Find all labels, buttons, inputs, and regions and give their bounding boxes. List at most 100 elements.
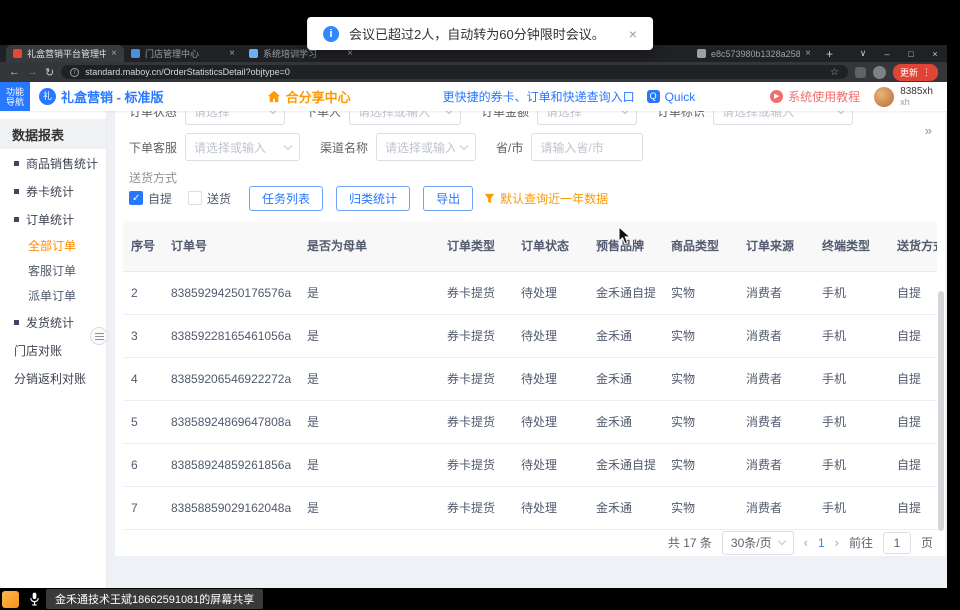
house-icon bbox=[267, 90, 281, 103]
filter-select[interactable]: 请选择或输入 bbox=[349, 111, 461, 125]
filter-select[interactable]: 请选择或输入 bbox=[376, 133, 476, 161]
filter-select[interactable]: 请选择或输入 bbox=[713, 111, 853, 125]
browser-window: 礼盒营销平台管理中心 × 门店管理中心 × 系统培训学习 × e8c573980… bbox=[0, 45, 947, 588]
current-page[interactable]: 1 bbox=[818, 536, 825, 550]
cell-brand: 金禾通 bbox=[588, 486, 663, 529]
toast-close-button[interactable]: × bbox=[629, 26, 637, 42]
group-stats-button[interactable]: 归类统计 bbox=[336, 186, 410, 211]
cell-source: 消费者 bbox=[738, 400, 814, 443]
sidebar-item[interactable]: 商品销售统计 bbox=[0, 149, 106, 177]
screen-share-bar: 金禾通技术王斌18662591081的屏幕共享 bbox=[0, 588, 960, 610]
cell-order_type: 券卡提货 bbox=[439, 486, 513, 529]
tutorial-link[interactable]: ▶ 系统使用教程 bbox=[770, 88, 860, 105]
table-row[interactable]: 283859294250176576a是券卡提货待处理金禾通自提实物消费者手机自… bbox=[123, 271, 937, 314]
tab-title: 礼盒营销平台管理中心 bbox=[27, 47, 106, 60]
filter-label: 下单人 bbox=[305, 111, 341, 120]
cell-seq: 7 bbox=[123, 486, 163, 529]
tab-close-icon[interactable]: × bbox=[111, 48, 117, 59]
close-button[interactable]: × bbox=[923, 49, 947, 59]
update-label: 更新 bbox=[900, 66, 918, 79]
column-header: 序号 bbox=[123, 221, 163, 271]
orders-panel: 订单状态 请选择 下单人 请选择或输入 订单金额 请选择 订单标识 请选择或输入… bbox=[115, 111, 945, 556]
delivery-checkbox[interactable]: 送货 bbox=[188, 190, 231, 207]
sidebar-collapse-handle[interactable] bbox=[90, 327, 108, 345]
browser-tab[interactable]: 礼盒营销平台管理中心 × bbox=[6, 45, 124, 62]
filter-placeholder: 请选择 bbox=[546, 111, 582, 120]
back-icon[interactable]: ← bbox=[9, 66, 20, 78]
export-button[interactable]: 导出 bbox=[423, 186, 473, 211]
filter-select[interactable]: 请选择或输入 bbox=[185, 133, 300, 161]
sidebar-item[interactable]: 订单统计 bbox=[0, 205, 106, 233]
share-center-link[interactable]: 合分享中心 bbox=[267, 87, 351, 106]
browser-toolbar: ← → ↻ i standard.maboy.cn/OrderStatistic… bbox=[0, 62, 947, 82]
menu-square-icon bbox=[14, 161, 19, 166]
address-bar[interactable]: i standard.maboy.cn/OrderStatisticsDetai… bbox=[61, 65, 848, 79]
site-info-icon[interactable]: i bbox=[70, 68, 79, 77]
filter-placeholder: 请选择或输入 bbox=[194, 139, 266, 156]
cell-seq: 4 bbox=[123, 357, 163, 400]
filter-select[interactable]: 请选择 bbox=[185, 111, 285, 125]
meeting-app-icon[interactable] bbox=[2, 591, 19, 608]
user-menu[interactable]: 8385xh xh bbox=[874, 87, 933, 107]
delivery-checkbox[interactable]: 自提 bbox=[129, 190, 172, 207]
sidebar-item[interactable]: 全部订单 bbox=[0, 233, 106, 258]
quick-link[interactable]: Q Quick bbox=[647, 90, 696, 104]
page-size-select[interactable]: 30条/页 bbox=[722, 531, 794, 555]
funnel-icon bbox=[484, 193, 495, 204]
collapse-filters-button[interactable]: » bbox=[925, 123, 932, 138]
extensions-icon[interactable] bbox=[855, 67, 866, 78]
cell-status: 待处理 bbox=[513, 443, 588, 486]
table-row[interactable]: 383859228165461056a是券卡提货待处理金禾通实物消费者手机自提 bbox=[123, 314, 937, 357]
tab-search-icon[interactable]: ∨ bbox=[851, 48, 875, 59]
browser-tab[interactable]: 门店管理中心 × bbox=[124, 45, 242, 62]
page-size-value: 30条/页 bbox=[731, 534, 772, 551]
tab-favicon-icon bbox=[13, 49, 22, 58]
tab-close-icon[interactable]: × bbox=[805, 48, 811, 59]
new-tab-button[interactable]: + bbox=[826, 47, 833, 61]
sidebar-item[interactable]: 派单订单 bbox=[0, 283, 106, 308]
bookmark-star-icon[interactable]: ☆ bbox=[830, 67, 839, 78]
profile-avatar-icon[interactable] bbox=[873, 66, 886, 79]
filter-label: 下单客服 bbox=[129, 139, 177, 156]
cell-order_type: 券卡提货 bbox=[439, 314, 513, 357]
tab-close-icon[interactable]: × bbox=[229, 48, 235, 59]
browser-tab[interactable]: e8c573980b1328a258fd2e6 × bbox=[690, 45, 818, 62]
sidebar-item[interactable]: 客服订单 bbox=[0, 258, 106, 283]
table-row[interactable]: 583858924869647808a是券卡提货待处理金禾通实物消费者手机自提 bbox=[123, 400, 937, 443]
cell-is_parent: 是 bbox=[299, 443, 439, 486]
table-row[interactable]: 483859206546922272a是券卡提货待处理金禾通实物消费者手机自提 bbox=[123, 357, 937, 400]
cell-is_parent: 是 bbox=[299, 314, 439, 357]
reload-icon[interactable]: ↻ bbox=[45, 66, 54, 79]
quick-entry-text[interactable]: 更快捷的券卡、订单和快递查询入口 bbox=[443, 88, 635, 105]
table-row[interactable]: 783858859029162048a是券卡提货待处理金禾通实物消费者手机自提 bbox=[123, 486, 937, 529]
microphone-icon[interactable] bbox=[29, 591, 40, 607]
prev-page-button[interactable]: ‹ bbox=[804, 535, 808, 550]
filter-select[interactable]: 请选择 bbox=[537, 111, 637, 125]
task-list-button[interactable]: 任务列表 bbox=[249, 186, 323, 211]
table-row[interactable]: 683858924859261856a是券卡提货待处理金禾通自提实物消费者手机自… bbox=[123, 443, 937, 486]
cell-delivery: 自提 bbox=[889, 314, 937, 357]
checkbox-icon bbox=[188, 191, 202, 205]
column-header: 订单号 bbox=[163, 221, 299, 271]
kebab-menu-icon: ⋮ bbox=[922, 67, 931, 78]
cell-is_parent: 是 bbox=[299, 357, 439, 400]
maximize-button[interactable]: □ bbox=[899, 49, 923, 59]
filter-row-1: 订单状态 请选择 下单人 请选择或输入 订单金额 请选择 订单标识 请选择或输入 bbox=[123, 111, 937, 125]
next-page-button[interactable]: › bbox=[835, 535, 839, 550]
cell-order_type: 券卡提货 bbox=[439, 357, 513, 400]
goto-page-input[interactable]: 1 bbox=[883, 532, 911, 554]
cell-delivery: 自提 bbox=[889, 357, 937, 400]
cell-order_no: 83858924859261856a bbox=[163, 443, 299, 486]
sidebar-item[interactable]: 分销返利对账 bbox=[0, 364, 106, 392]
browser-update-button[interactable]: 更新 ⋮ bbox=[893, 64, 938, 81]
filter-input[interactable]: 请输入省/市 bbox=[531, 133, 643, 161]
table-scrollbar[interactable] bbox=[938, 291, 944, 531]
sidebar-item-label: 派单订单 bbox=[28, 287, 76, 304]
minimize-button[interactable]: – bbox=[875, 49, 899, 59]
app-logo[interactable]: 礼 礼盒营销 - 标准版 bbox=[39, 87, 164, 106]
chevron-down-icon bbox=[460, 141, 468, 149]
func-nav-tab[interactable]: 功能 导航 bbox=[0, 82, 30, 111]
cell-goods: 实物 bbox=[663, 314, 738, 357]
sidebar-item[interactable]: 券卡统计 bbox=[0, 177, 106, 205]
cell-status: 待处理 bbox=[513, 486, 588, 529]
